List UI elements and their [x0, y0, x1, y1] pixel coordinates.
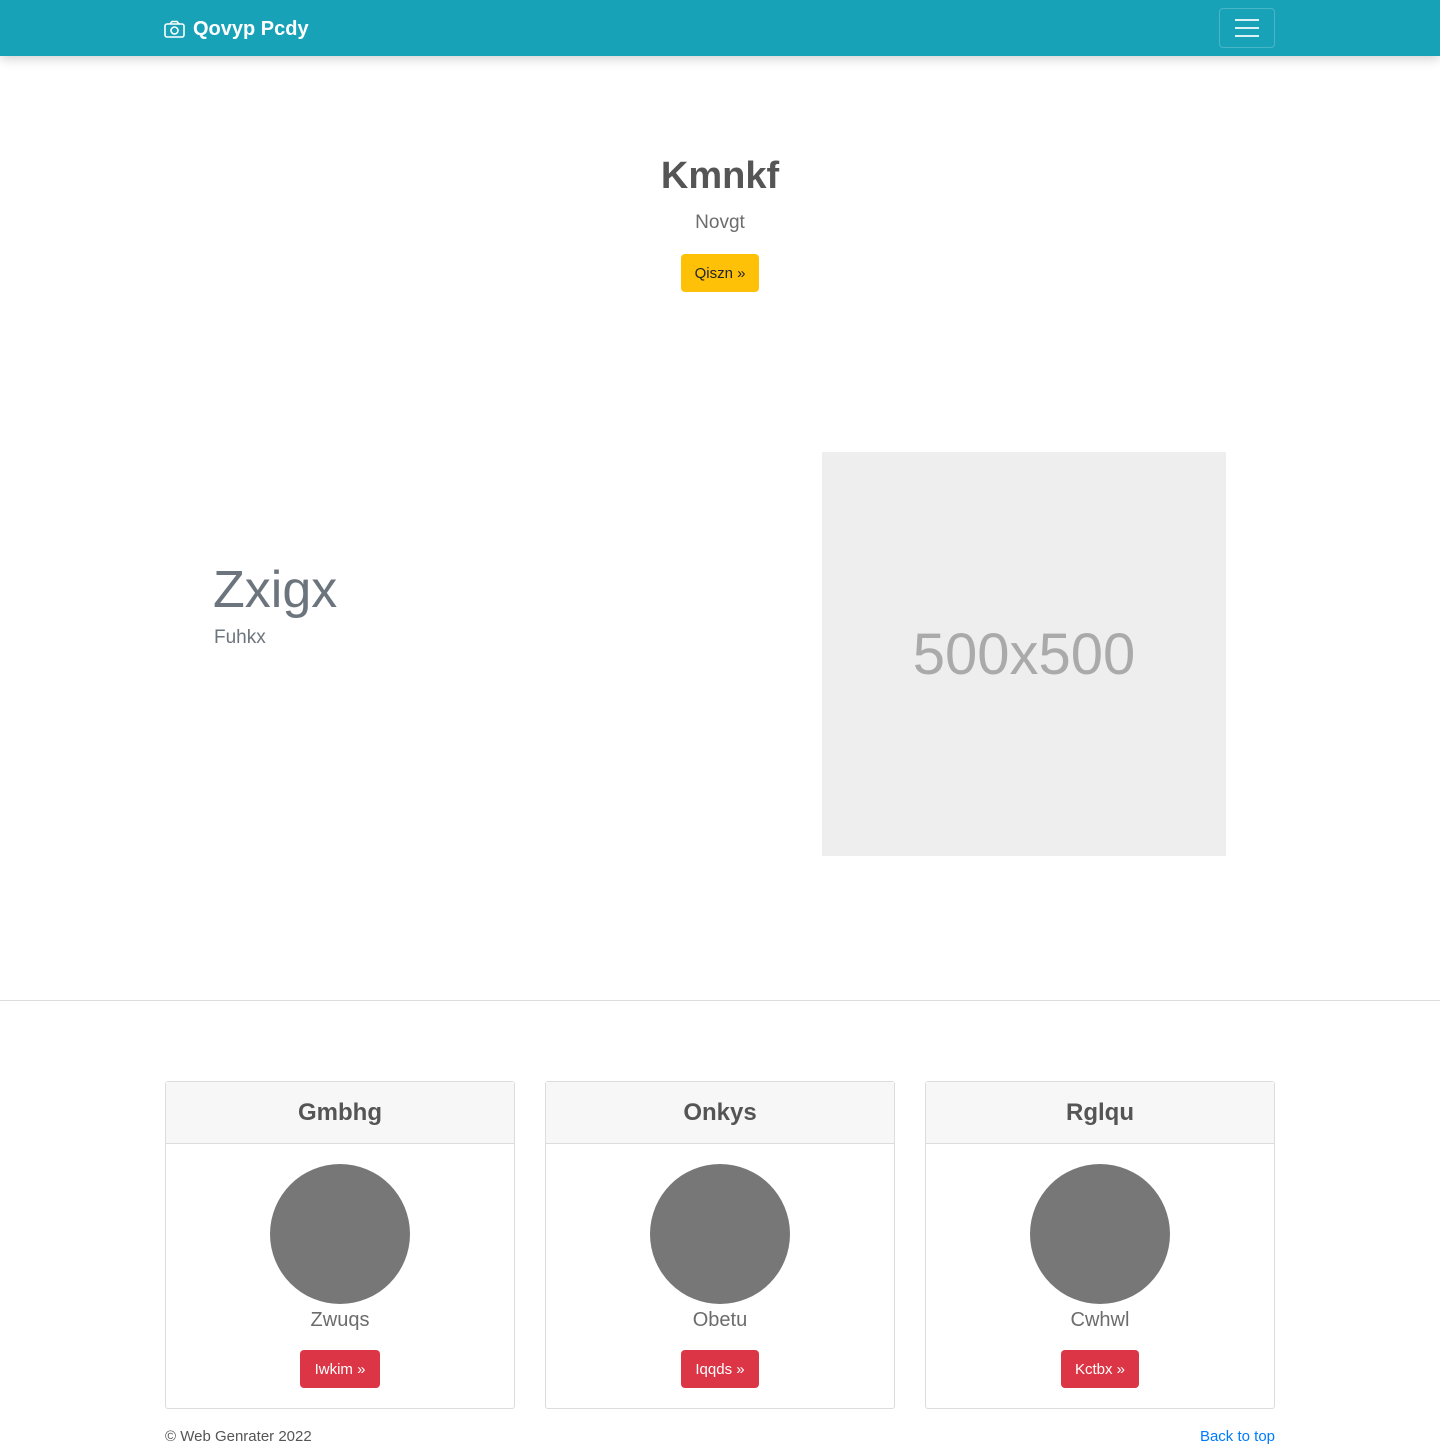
- navbar-toggler-button[interactable]: [1219, 8, 1275, 48]
- card-button[interactable]: Iqqds »: [681, 1350, 759, 1388]
- hamburger-menu-icon: [1235, 19, 1259, 21]
- footer-copyright: © Web Genrater 2022: [165, 1428, 312, 1445]
- card-button[interactable]: Iwkim »: [300, 1350, 380, 1388]
- card-name: Cwhwl: [1070, 1309, 1130, 1331]
- card-name: Zwuqs: [310, 1309, 370, 1331]
- brand-link[interactable]: Qovyp Pcdy: [164, 16, 309, 42]
- avatar: [1030, 1164, 1170, 1304]
- navbar: Qovyp Pcdy: [0, 0, 1440, 56]
- card-name: Obetu: [692, 1309, 748, 1331]
- card-button[interactable]: Kctbx »: [1061, 1350, 1139, 1388]
- hero-subtitle: Novgt: [695, 212, 745, 233]
- feature-title: Zxigx: [213, 561, 338, 619]
- avatar: [270, 1164, 410, 1304]
- camera-icon: [164, 20, 185, 38]
- hero-title: Kmnkf: [660, 155, 780, 197]
- card-1: Gmbhg Zwuqs Iwkim »: [165, 1081, 515, 1409]
- placeholder-image-label: 500x500: [912, 621, 1136, 687]
- card-header: Gmbhg: [166, 1082, 514, 1144]
- card-2: Onkys Obetu Iqqds »: [545, 1081, 895, 1409]
- avatar: [650, 1164, 790, 1304]
- hero-button[interactable]: Qiszn »: [681, 254, 759, 292]
- card-3: Rglqu Cwhwl Kctbx »: [925, 1081, 1275, 1409]
- card-header: Onkys: [546, 1082, 894, 1144]
- back-to-top-link[interactable]: Back to top: [1200, 1428, 1275, 1445]
- feature-subtitle: Fuhkx: [214, 627, 266, 648]
- section-divider: [0, 1000, 1440, 1001]
- brand-name: Qovyp Pcdy: [193, 17, 309, 40]
- placeholder-image: 500x500: [822, 452, 1226, 856]
- card-header: Rglqu: [926, 1082, 1274, 1144]
